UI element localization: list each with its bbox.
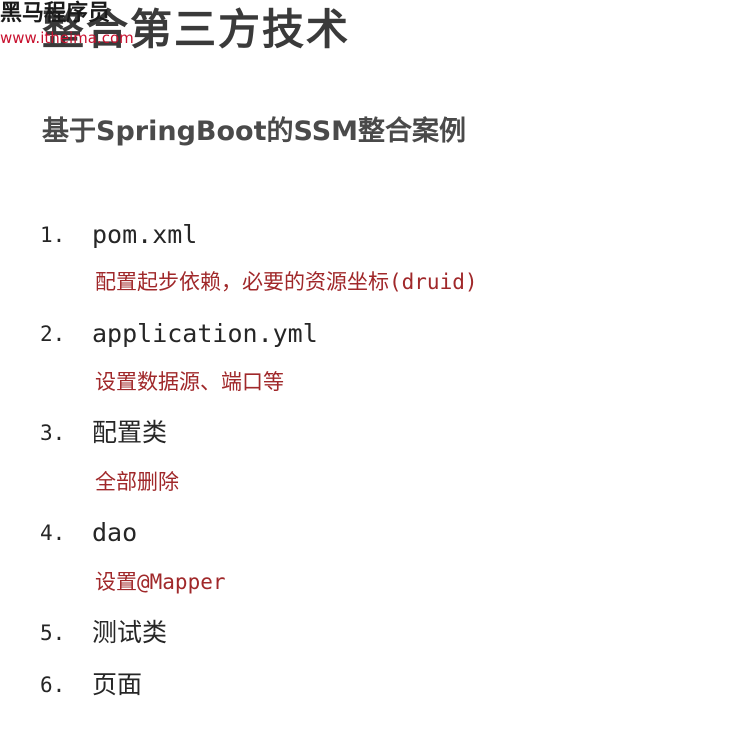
item-number: 4. [40,521,66,545]
item-label: 测试类 [92,618,168,647]
item-note: 全部删除 [95,470,179,494]
item-number: 5. [40,621,66,645]
slide-page: 整合第三方技术 黑马程序员 www.itheima.com 基于SpringBo… [0,0,734,737]
item-note: 设置@Mapper [95,570,226,594]
item-number: 2. [40,322,66,346]
item-label: 页面 [92,670,143,699]
item-number: 6. [40,673,66,697]
steps-list: 1. pom.xml 配置起步依赖，必要的资源坐标(druid) 2. appl… [0,0,734,737]
item-note: 设置数据源、端口等 [95,370,284,394]
item-label: application.yml [92,319,318,348]
item-label: pom.xml [92,220,198,249]
item-label: dao [92,518,138,547]
item-label: 配置类 [92,418,168,447]
item-note: 配置起步依赖，必要的资源坐标(druid) [95,270,478,294]
item-number: 1. [40,223,66,247]
item-number: 3. [40,421,66,445]
